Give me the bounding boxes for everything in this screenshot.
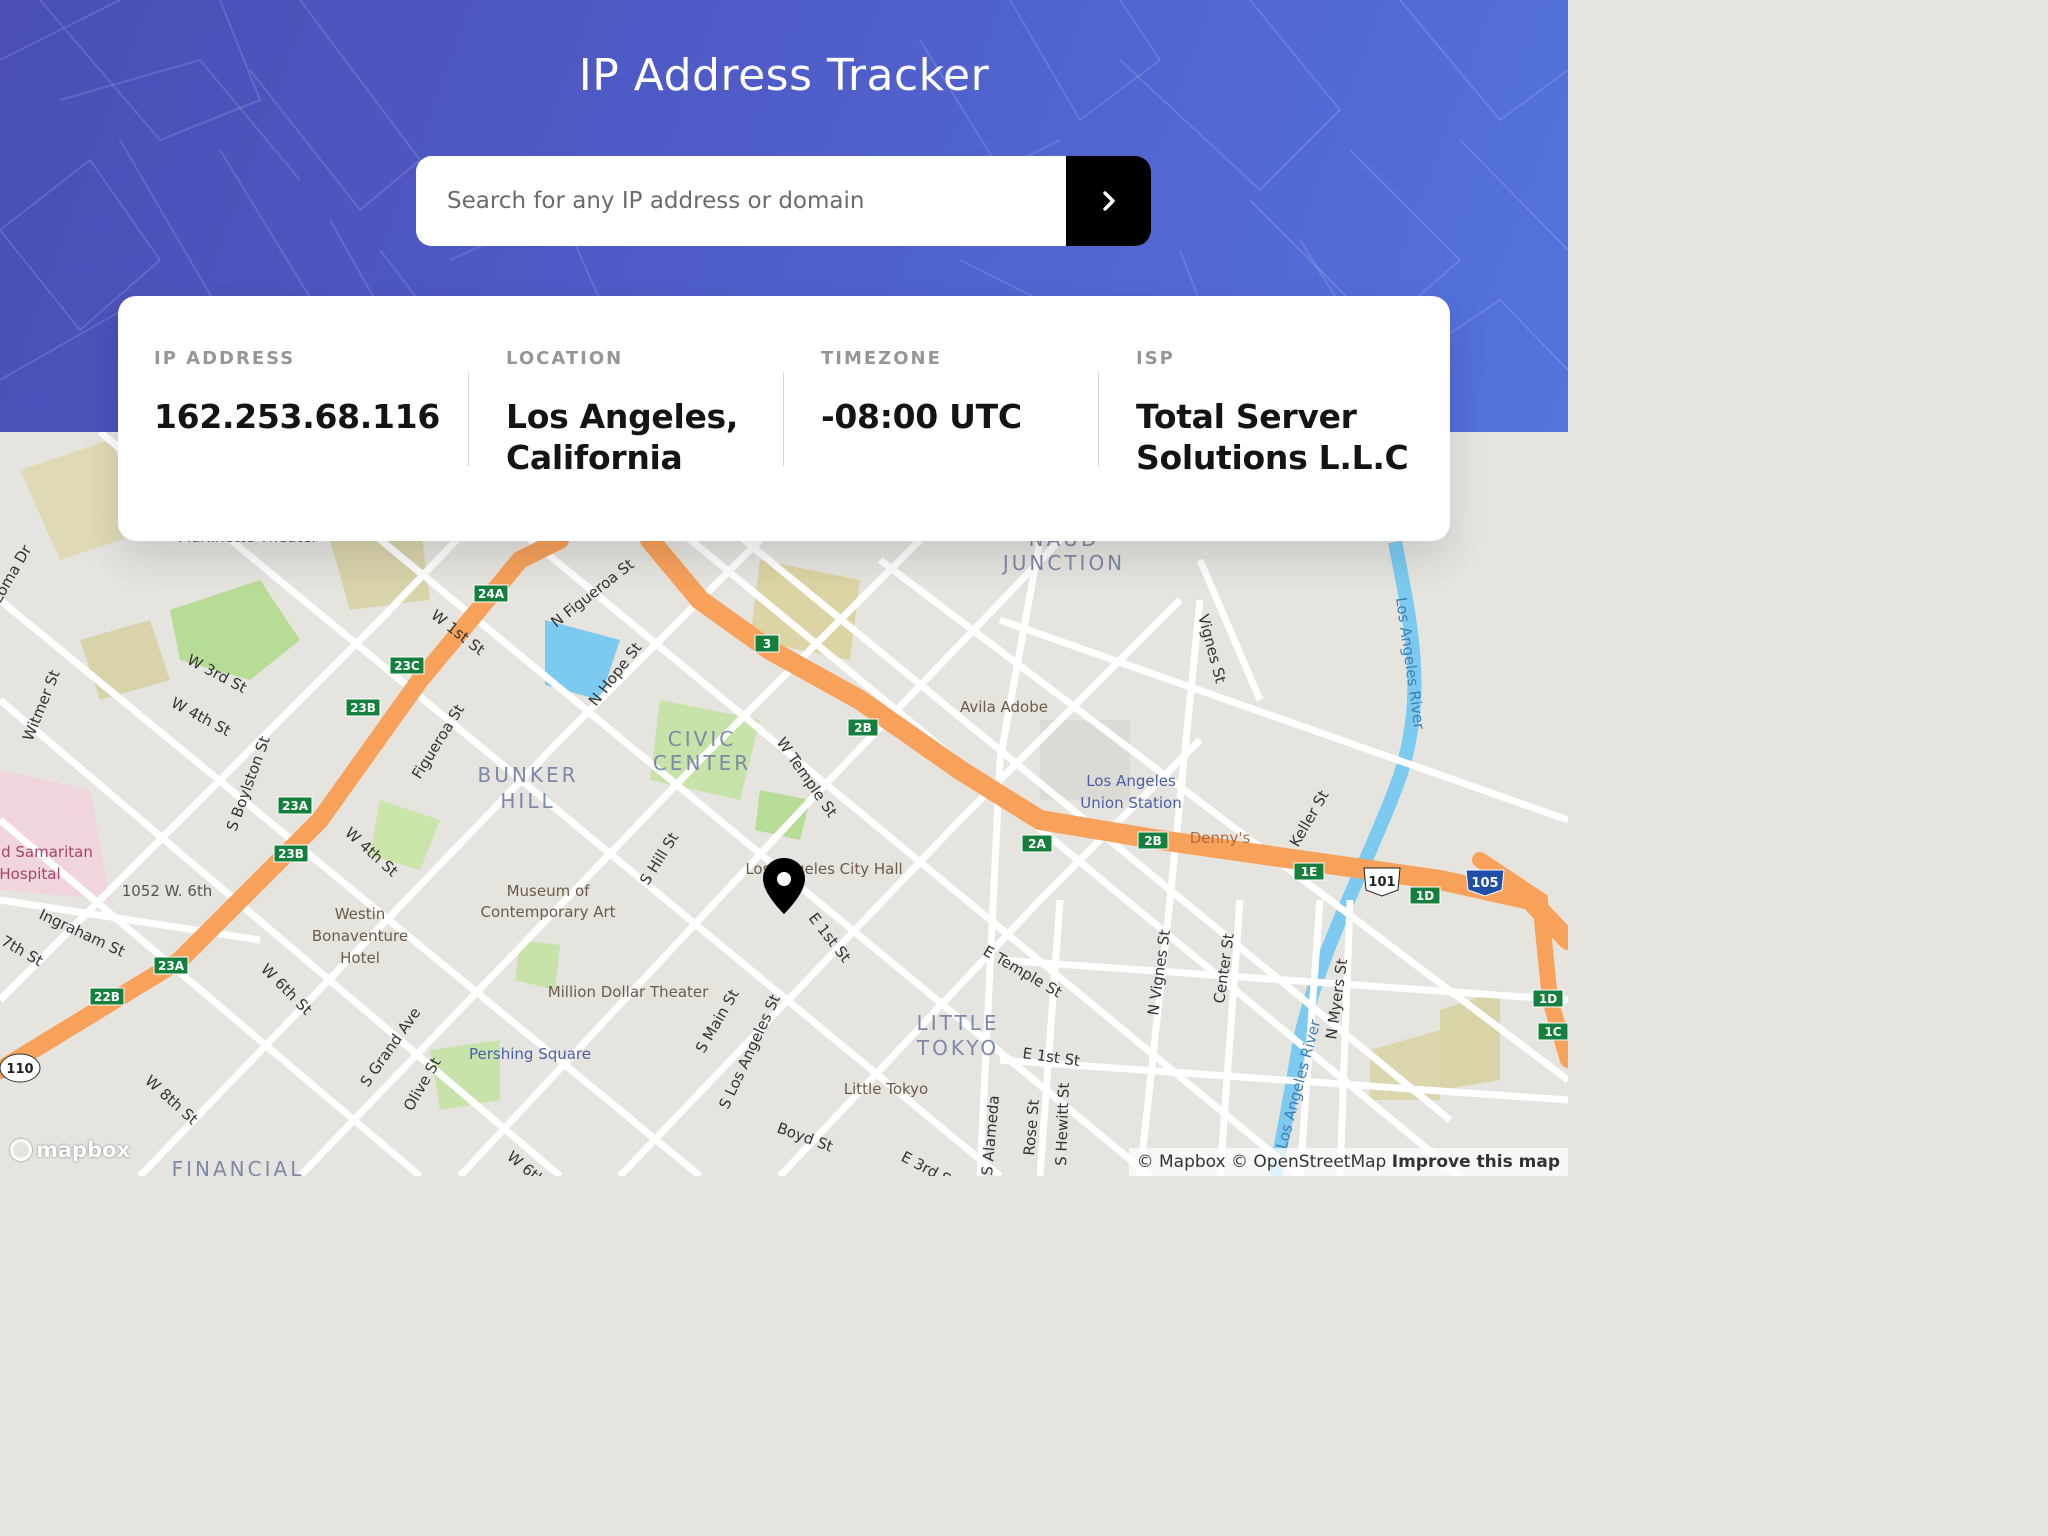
isp-line-1: Total Server — [1136, 397, 1357, 436]
exit-sign: 2B — [847, 718, 879, 737]
svg-text:23B: 23B — [350, 701, 376, 715]
route-shield: 101 — [1363, 867, 1401, 897]
exit-sign: 1D — [1532, 989, 1564, 1008]
exit-sign: 1D — [1409, 886, 1441, 905]
exit-sign: 24A — [473, 584, 509, 603]
timezone-label: TIMEZONE — [821, 348, 942, 369]
place-label: Bonaventure — [312, 927, 408, 945]
district-label: HILL — [500, 789, 555, 813]
improve-map-link[interactable]: Improve this map — [1392, 1152, 1560, 1172]
place-label: Contemporary Art — [480, 903, 615, 921]
svg-text:23C: 23C — [394, 659, 420, 673]
map-attribution: © Mapbox © OpenStreetMap Improve this ma… — [1128, 1148, 1568, 1176]
svg-text:105: 105 — [1471, 876, 1498, 891]
svg-text:23A: 23A — [158, 959, 185, 973]
ip-address-value: 162.253.68.116 — [154, 397, 440, 436]
svg-text:1E: 1E — [1301, 865, 1318, 879]
svg-text:23B: 23B — [278, 847, 304, 861]
svg-text:24A: 24A — [478, 587, 505, 601]
place-label: 1052 W. 6th — [122, 882, 213, 900]
exit-sign: 22B — [89, 987, 125, 1006]
search-bar — [416, 156, 1151, 246]
exit-sign: 3 — [754, 634, 780, 653]
district-label: LITTLE — [917, 1011, 1000, 1035]
district-label: JUNCTION — [1001, 551, 1125, 575]
place-label: Westin — [335, 905, 386, 923]
exit-sign: 23A — [277, 796, 313, 815]
chevron-right-icon — [1102, 191, 1115, 211]
svg-text:2B: 2B — [854, 721, 872, 735]
mapbox-icon — [10, 1139, 32, 1161]
search-submit-button[interactable] — [1066, 156, 1151, 246]
place-label: Pershing Square — [469, 1045, 591, 1063]
isp-line-2: Solutions L.L.C — [1136, 438, 1409, 477]
svg-text:23A: 23A — [282, 799, 309, 813]
exit-sign: 2A — [1021, 834, 1053, 853]
place-label: Avila Adobe — [960, 698, 1048, 716]
exit-sign: 23B — [345, 698, 381, 717]
location-city: Los Angeles, — [506, 397, 739, 436]
place-label: Museum of — [507, 882, 591, 900]
location-value: Los Angeles, California — [506, 396, 738, 478]
svg-text:101: 101 — [1368, 875, 1395, 890]
page-title: IP Address Tracker — [578, 50, 990, 101]
divider — [1098, 372, 1099, 466]
attribution-osm[interactable]: © OpenStreetMap — [1231, 1152, 1386, 1172]
svg-text:3: 3 — [763, 637, 771, 651]
place-label: Hotel — [340, 949, 380, 967]
place-label: Union Station — [1080, 794, 1181, 812]
place-label: Denny's — [1190, 829, 1251, 847]
exit-sign: 2B — [1137, 831, 1169, 850]
route-shield: 110 — [0, 1053, 41, 1083]
divider — [468, 372, 469, 466]
mapbox-logo[interactable]: mapbox — [10, 1138, 130, 1162]
svg-text:1C: 1C — [1544, 1025, 1561, 1039]
ip-info-card: IP ADDRESS 162.253.68.116 LOCATION Los A… — [118, 296, 1450, 541]
district-label: BUNKER — [478, 763, 579, 787]
isp-value: Total Server Solutions L.L.C — [1136, 396, 1409, 478]
divider — [783, 372, 784, 466]
place-label: Million Dollar Theater — [548, 983, 709, 1001]
svg-text:22B: 22B — [94, 990, 120, 1004]
exit-sign: 23C — [389, 656, 425, 675]
district-label: CENTER — [653, 751, 751, 775]
place-label: Los Angeles — [1086, 772, 1176, 790]
place-label: Hospital — [0, 865, 61, 883]
map-view[interactable]: 24A 23C 23B 23A 23B 23A 22B 3 2B 2A 2B 1… — [0, 432, 1568, 1176]
exit-sign: 1C — [1537, 1022, 1568, 1041]
location-region: California — [506, 438, 683, 477]
mapbox-logo-text: mapbox — [36, 1138, 131, 1162]
district-label: TOKYO — [916, 1036, 999, 1060]
place-label: Little Tokyo — [844, 1080, 928, 1098]
svg-text:110: 110 — [6, 1062, 33, 1077]
exit-sign: 23A — [153, 956, 189, 975]
street-label: S Hewitt St — [1052, 1082, 1073, 1166]
ip-address-label: IP ADDRESS — [154, 348, 296, 369]
place-label: d Samaritan — [1, 843, 93, 861]
svg-text:1D: 1D — [1539, 992, 1557, 1006]
isp-label: ISP — [1136, 348, 1175, 369]
svg-text:1D: 1D — [1416, 889, 1434, 903]
exit-sign: 23B — [273, 844, 309, 863]
district-label: FINANCIAL — [172, 1157, 305, 1176]
attribution-mapbox[interactable]: © Mapbox — [1137, 1152, 1226, 1172]
svg-text:2B: 2B — [1144, 834, 1162, 848]
map-canvas[interactable]: 24A 23C 23B 23A 23B 23A 22B 3 2B 2A 2B 1… — [0, 432, 1568, 1176]
exit-sign: 1E — [1293, 862, 1325, 881]
svg-text:2A: 2A — [1028, 837, 1046, 851]
search-input[interactable] — [416, 156, 1066, 246]
district-label: CIVIC — [668, 727, 736, 751]
timezone-value: -08:00 UTC — [821, 397, 1022, 436]
location-label: LOCATION — [506, 348, 624, 369]
